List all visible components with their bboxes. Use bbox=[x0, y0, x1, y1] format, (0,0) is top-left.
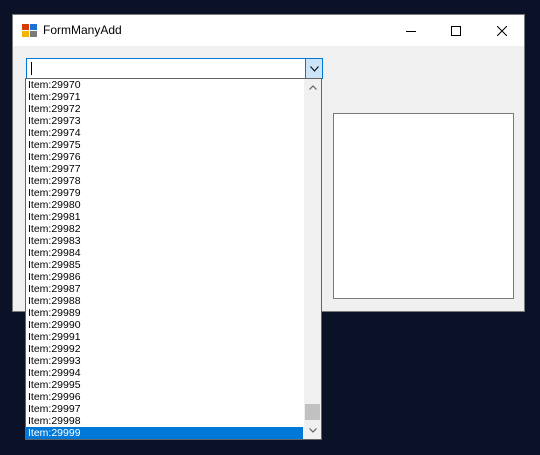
list-item[interactable]: Item:29985 bbox=[26, 259, 303, 271]
list-item[interactable]: Item:29994 bbox=[26, 367, 303, 379]
list-item[interactable]: Item:29999 bbox=[26, 427, 303, 439]
combobox-input[interactable] bbox=[33, 59, 303, 78]
chevron-up-icon bbox=[308, 85, 317, 90]
list-item[interactable]: Item:29978 bbox=[26, 175, 303, 187]
list-item[interactable]: Item:29995 bbox=[26, 379, 303, 391]
close-button[interactable] bbox=[479, 15, 524, 46]
vertical-scrollbar[interactable] bbox=[304, 79, 321, 439]
list-item[interactable]: Item:29979 bbox=[26, 187, 303, 199]
scroll-thumb[interactable] bbox=[305, 404, 320, 420]
window-title: FormManyAdd bbox=[43, 23, 122, 37]
scroll-down-button[interactable] bbox=[304, 422, 321, 439]
list-item[interactable]: Item:29990 bbox=[26, 319, 303, 331]
list-item[interactable]: Item:29996 bbox=[26, 391, 303, 403]
list-item[interactable]: Item:29977 bbox=[26, 163, 303, 175]
list-item[interactable]: Item:29973 bbox=[26, 115, 303, 127]
list-item[interactable]: Item:29972 bbox=[26, 103, 303, 115]
list-item[interactable]: Item:29984 bbox=[26, 247, 303, 259]
combobox-dropdown-button[interactable] bbox=[305, 59, 322, 78]
list-item[interactable]: Item:29986 bbox=[26, 271, 303, 283]
items-combobox[interactable] bbox=[26, 58, 323, 79]
list-item[interactable]: Item:29970 bbox=[26, 79, 303, 91]
chevron-down-icon bbox=[309, 65, 319, 72]
list-item[interactable]: Item:29989 bbox=[26, 307, 303, 319]
list-item[interactable]: Item:29975 bbox=[26, 139, 303, 151]
list-item[interactable]: Item:29988 bbox=[26, 295, 303, 307]
close-icon bbox=[496, 25, 507, 36]
list-item[interactable]: Item:29998 bbox=[26, 415, 303, 427]
minimize-icon bbox=[405, 30, 416, 32]
list-item[interactable]: Item:29976 bbox=[26, 151, 303, 163]
list-item[interactable]: Item:29991 bbox=[26, 331, 303, 343]
list-item[interactable]: Item:29987 bbox=[26, 283, 303, 295]
list-item[interactable]: Item:29983 bbox=[26, 235, 303, 247]
app-icon bbox=[22, 24, 38, 38]
list-item[interactable]: Item:29982 bbox=[26, 223, 303, 235]
chevron-down-icon bbox=[308, 428, 317, 433]
text-caret bbox=[31, 62, 32, 75]
list-item[interactable]: Item:29993 bbox=[26, 355, 303, 367]
dropdown-items: Item:29970 Item:29971 Item:29972 Item:29973… bbox=[26, 79, 303, 439]
list-item[interactable]: Item:29997 bbox=[26, 403, 303, 415]
minimize-button[interactable] bbox=[388, 15, 433, 46]
list-item[interactable]: Item:29980 bbox=[26, 199, 303, 211]
list-item[interactable]: Item:29981 bbox=[26, 211, 303, 223]
maximize-icon bbox=[450, 25, 461, 36]
maximize-button[interactable] bbox=[433, 15, 478, 46]
output-textbox[interactable] bbox=[333, 113, 514, 299]
list-item[interactable]: Item:29971 bbox=[26, 91, 303, 103]
scroll-up-button[interactable] bbox=[304, 79, 321, 96]
title-bar[interactable]: FormManyAdd bbox=[13, 15, 524, 46]
combobox-dropdown-list: Item:29970 Item:29971 Item:29972 Item:29973… bbox=[25, 78, 322, 440]
list-item[interactable]: Item:29974 bbox=[26, 127, 303, 139]
list-item[interactable]: Item:29992 bbox=[26, 343, 303, 355]
